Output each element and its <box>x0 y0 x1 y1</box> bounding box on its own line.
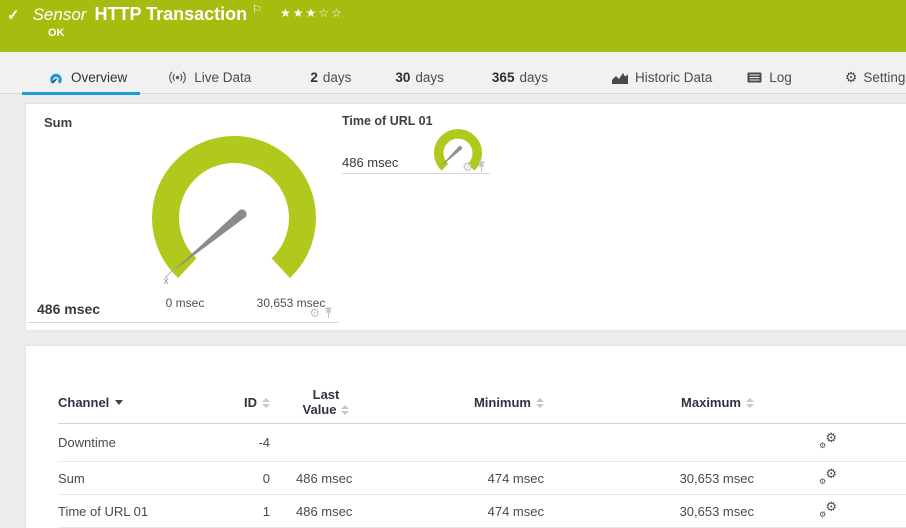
tab-overview-label: Overview <box>71 70 127 85</box>
header-channel[interactable]: Channel <box>58 395 238 410</box>
sensor-tab-bar: Overview Live Data 2 days 30 days 365 da… <box>0 52 906 94</box>
tab-30-days-number: 30 <box>395 70 410 85</box>
table-row-downtime: Downtime -4 ⚙⚙ <box>58 424 906 462</box>
gauge-icon <box>48 71 64 85</box>
stars-filled[interactable]: ★★★ <box>280 6 318 20</box>
url01-widget-settings-icon[interactable]: ⚙ <box>462 161 473 173</box>
cell-maximum: 30,653 msec <box>564 504 764 519</box>
cell-channel: Time of URL 01 <box>58 504 238 519</box>
cell-minimum: 474 msec <box>382 471 564 486</box>
cell-maximum: 30,653 msec <box>564 471 764 486</box>
gear-icon: ⚙ <box>845 70 858 86</box>
tab-30-days-unit: days <box>415 70 444 85</box>
header-last-value-line1: Last <box>270 388 382 403</box>
tab-365-days-unit: days <box>519 70 548 85</box>
cell-channel: Downtime <box>58 435 238 450</box>
tab-2-days-unit: days <box>323 70 352 85</box>
table-row-sum: Sum 0 486 msec 474 msec 30,653 msec ⚙⚙ <box>58 462 906 495</box>
cell-last-value: 486 msec <box>270 504 382 519</box>
sort-toggle-icon[interactable] <box>746 398 754 408</box>
cell-minimum: 474 msec <box>382 504 564 519</box>
flag-icon: ⚐ <box>252 3 262 16</box>
header-maximum[interactable]: Maximum <box>564 395 764 410</box>
channels-card: Channel ID Last Value Minimum <box>25 345 906 528</box>
channel-settings-gears-icon[interactable]: ⚙⚙ <box>819 433 837 449</box>
tab-365-days[interactable]: 365 days <box>492 65 548 91</box>
header-last-value[interactable]: Last Value <box>270 388 382 418</box>
cell-id: 1 <box>238 504 270 519</box>
header-id-label: ID <box>244 395 257 410</box>
average-marker: x̄ <box>164 276 169 287</box>
status-check-icon: ✓ <box>7 6 20 24</box>
header-minimum[interactable]: Minimum <box>382 395 564 410</box>
cell-id: -4 <box>238 435 270 450</box>
table-row-time-of-url-01: Time of URL 01 1 486 msec 474 msec 30,65… <box>58 495 906 528</box>
gauges-card: Sum x̄ 0 msec 30,653 msec 486 msec ⚙ Tim… <box>25 103 906 331</box>
cell-last-value: 486 msec <box>270 471 382 486</box>
prtg-sensor-page: { "colors": { "status_green": "#a6bc0f",… <box>0 0 906 528</box>
tab-settings-label: Settings <box>863 70 906 85</box>
priority-stars[interactable]: ★★★☆☆ <box>280 6 344 20</box>
status-badge: OK <box>48 27 65 39</box>
cell-channel: Sum <box>58 471 238 486</box>
tab-2-days[interactable]: 2 days <box>310 65 351 91</box>
tab-365-days-number: 365 <box>492 70 515 85</box>
tab-log-label: Log <box>769 70 792 85</box>
object-kind-label: Sensor <box>33 5 87 25</box>
channel-settings-gears-icon[interactable]: ⚙⚙ <box>819 502 837 518</box>
url01-widget-pin-icon[interactable] <box>477 161 486 173</box>
sort-toggle-icon[interactable] <box>341 405 349 415</box>
sum-gauge-widget: Sum x̄ 0 msec 30,653 msec 486 msec ⚙ <box>27 104 339 323</box>
tab-historic-data-label: Historic Data <box>635 70 712 85</box>
tab-log[interactable]: Log <box>747 65 792 91</box>
channel-settings-gears-icon[interactable]: ⚙⚙ <box>819 469 837 485</box>
sum-gauge: x̄ <box>137 116 367 291</box>
channel-table-header: Channel ID Last Value Minimum <box>58 382 906 424</box>
sensor-status-header: ✓ Sensor HTTP Transaction ⚐ ★★★☆☆ OK <box>0 0 906 52</box>
sort-toggle-icon[interactable] <box>536 398 544 408</box>
header-channel-label: Channel <box>58 395 109 410</box>
tab-live-data[interactable]: Live Data <box>168 65 251 91</box>
url01-gauge-widget: Time of URL 01 486 msec ⚙ <box>342 108 490 174</box>
sum-gauge-value: 486 msec <box>37 301 100 317</box>
url01-gauge-title: Time of URL 01 <box>342 114 433 128</box>
tab-30-days[interactable]: 30 days <box>395 65 444 91</box>
url01-gauge-value: 486 msec <box>342 155 398 170</box>
log-icon <box>747 72 762 83</box>
tab-live-data-label: Live Data <box>194 70 251 85</box>
tab-2-days-number: 2 <box>310 70 318 85</box>
tab-settings[interactable]: ⚙ Settings <box>845 65 906 91</box>
tab-historic-data[interactable]: Historic Data <box>612 65 712 91</box>
sum-gauge-scale-min: 0 msec <box>166 296 205 310</box>
cell-id: 0 <box>238 471 270 486</box>
header-minimum-label: Minimum <box>474 395 531 410</box>
tab-overview[interactable]: Overview <box>48 65 127 91</box>
stars-empty[interactable]: ☆☆ <box>318 6 344 20</box>
sum-gauge-title: Sum <box>44 115 72 130</box>
area-chart-icon <box>612 72 628 84</box>
broadcast-icon <box>168 71 187 84</box>
header-maximum-label: Maximum <box>681 395 741 410</box>
sensor-title: HTTP Transaction <box>94 4 247 25</box>
sort-toggle-icon[interactable] <box>262 398 270 408</box>
channel-table: Channel ID Last Value Minimum <box>58 382 906 528</box>
sort-desc-icon <box>115 400 123 405</box>
sum-widget-settings-icon[interactable]: ⚙ <box>309 307 320 319</box>
header-last-value-line2: Value <box>303 403 337 418</box>
sum-widget-pin-icon[interactable] <box>324 307 333 319</box>
header-id[interactable]: ID <box>238 395 270 410</box>
